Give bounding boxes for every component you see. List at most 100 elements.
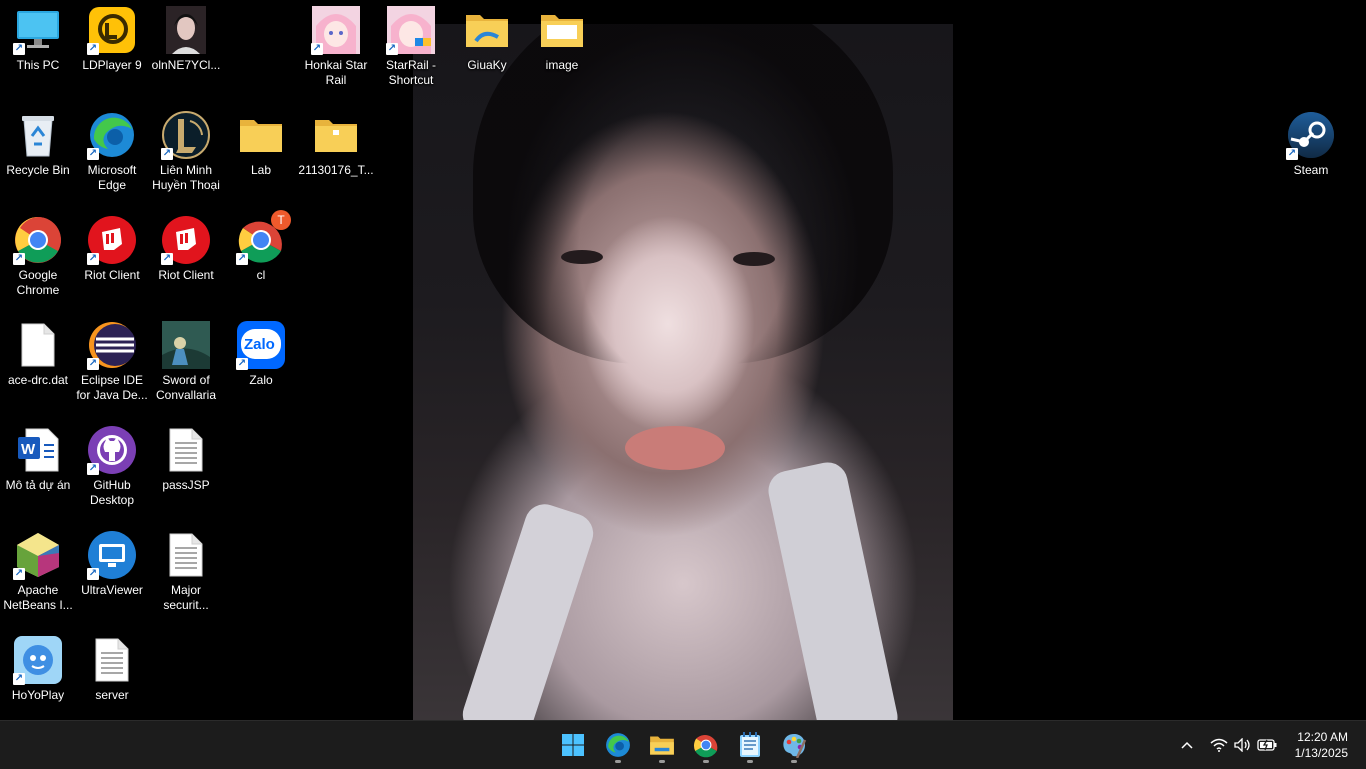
battery-charging-icon bbox=[1257, 739, 1277, 751]
desktop-icon-ace-drc[interactable]: ace-drc.dat bbox=[0, 315, 76, 415]
desktop-icon-ultraviewer[interactable]: ↗ UltraViewer bbox=[74, 525, 150, 625]
profile-badge: T bbox=[271, 210, 291, 230]
clock-time: 12:20 AM bbox=[1297, 730, 1348, 744]
icon-label: Lab bbox=[250, 163, 272, 177]
chrome-icon bbox=[693, 735, 718, 758]
ultraviewer-icon: ↗ bbox=[87, 531, 136, 580]
icon-label: Recycle Bin bbox=[6, 163, 70, 177]
riot-client-icon: ↗ bbox=[161, 216, 210, 265]
netbeans-icon: ↗ bbox=[13, 531, 62, 580]
desktop-icon-honkai-star-rail[interactable]: ↗ Honkai Star Rail bbox=[298, 0, 374, 100]
icon-label: image bbox=[545, 58, 579, 72]
text-file-icon bbox=[88, 636, 136, 684]
desktop-icon-riot-client-2[interactable]: ↗ Riot Client bbox=[148, 210, 224, 310]
taskbar-file-explorer[interactable] bbox=[642, 725, 682, 765]
desktop-icon-steam[interactable]: ↗ Steam bbox=[1273, 105, 1349, 205]
system-clock[interactable]: 12:20 AM 1/13/2025 bbox=[1295, 729, 1348, 761]
desktop-icon-mo-ta-du-an[interactable]: W Mô tả dự án bbox=[0, 420, 76, 520]
desktop-icon-this-pc[interactable]: ↗ This PC bbox=[0, 0, 76, 100]
monitor-icon: ↗ bbox=[13, 6, 62, 55]
icon-label: Microsoft Edge bbox=[87, 163, 137, 192]
eclipse-icon: ↗ bbox=[87, 321, 136, 370]
show-hidden-icons-button[interactable] bbox=[1176, 733, 1198, 757]
desktop-icon-recycle-bin[interactable]: Recycle Bin bbox=[0, 105, 76, 205]
chevron-up-icon bbox=[1181, 741, 1193, 749]
desktop-icon-image[interactable]: image bbox=[524, 0, 600, 100]
desktop-icon-ldplayer[interactable]: ↗ LDPlayer 9 bbox=[74, 0, 150, 100]
desktop-icon-major-security[interactable]: Major securit... bbox=[148, 525, 224, 625]
game-thumbnail-icon bbox=[162, 321, 210, 369]
desktop-icon-passjsp[interactable]: passJSP bbox=[148, 420, 224, 520]
desktop-icon-lab[interactable]: Lab bbox=[223, 105, 299, 205]
volume-button[interactable] bbox=[1232, 733, 1254, 757]
desktop-icon-21130176[interactable]: 21130176_T... bbox=[298, 105, 374, 205]
desktop-icon-photo[interactable]: olnNE7YCl... bbox=[148, 0, 224, 100]
notepad-icon bbox=[740, 732, 760, 757]
folder-icon bbox=[237, 111, 285, 159]
icon-label: Zalo bbox=[249, 373, 273, 387]
icon-label: Riot Client bbox=[158, 268, 214, 282]
edge-icon: ↗ bbox=[87, 111, 136, 160]
desktop-icon-cl[interactable]: T ↗ cl bbox=[223, 210, 299, 310]
taskbar: 12:20 AM 1/13/2025 bbox=[0, 720, 1366, 769]
riot-client-icon: ↗ bbox=[87, 216, 136, 265]
word-document-icon: W bbox=[14, 426, 62, 474]
battery-button[interactable] bbox=[1256, 733, 1278, 757]
network-button[interactable] bbox=[1208, 733, 1230, 757]
desktop-icon-zalo[interactable]: Zalo ↗ Zalo bbox=[223, 315, 299, 415]
desktop-icon-server[interactable]: server bbox=[74, 630, 150, 730]
folder-icon bbox=[463, 6, 511, 54]
paint-icon bbox=[783, 734, 807, 758]
icon-label: Major securit... bbox=[163, 583, 209, 612]
taskbar-notepad[interactable] bbox=[730, 725, 770, 765]
desktop-icon-eclipse[interactable]: ↗ Eclipse IDE for Java De... bbox=[74, 315, 150, 415]
icon-label: GiuaKy bbox=[467, 58, 507, 72]
wifi-icon bbox=[1210, 738, 1228, 752]
clock-date: 1/13/2025 bbox=[1294, 746, 1348, 760]
icon-label: HoYoPlay bbox=[11, 688, 65, 702]
folder-icon bbox=[538, 6, 586, 54]
zip-folder-icon bbox=[312, 111, 360, 159]
photo-thumbnail-icon bbox=[162, 6, 210, 54]
start-icon bbox=[562, 734, 584, 756]
desktop-wallpaper bbox=[413, 24, 953, 720]
icon-label: UltraViewer bbox=[81, 583, 143, 597]
desktop-icon-hoyoplay[interactable]: ↗ HoYoPlay bbox=[0, 630, 76, 730]
icon-label: Apache NetBeans I... bbox=[3, 583, 73, 612]
desktop-icon-google-chrome[interactable]: ↗ Google Chrome bbox=[0, 210, 76, 310]
desktop-icon-giuaky[interactable]: GiuaKy bbox=[449, 0, 525, 100]
icon-label: ace-drc.dat bbox=[7, 373, 69, 387]
desktop-icon-microsoft-edge[interactable]: ↗ Microsoft Edge bbox=[74, 105, 150, 205]
recycle-bin-icon bbox=[14, 111, 62, 159]
desktop-icon-riot-client-1[interactable]: ↗ Riot Client bbox=[74, 210, 150, 310]
taskbar-paint[interactable] bbox=[774, 725, 814, 765]
file-icon bbox=[14, 321, 62, 369]
chrome-profile-icon: T ↗ bbox=[236, 210, 291, 265]
taskbar-edge[interactable] bbox=[598, 725, 638, 765]
taskbar-chrome[interactable] bbox=[686, 725, 726, 765]
icon-label: Eclipse IDE for Java De... bbox=[76, 373, 148, 402]
start-button[interactable] bbox=[553, 725, 593, 765]
icon-label: Mô tả dự án bbox=[5, 478, 71, 492]
icon-label: Liên Minh Huyền Thoại bbox=[152, 163, 220, 192]
speaker-icon bbox=[1234, 738, 1250, 752]
desktop-icon-sword-of-convallaria[interactable]: Sword of Convallaria bbox=[148, 315, 224, 415]
icon-label: This PC bbox=[16, 58, 60, 72]
desktop-icon-github-desktop[interactable]: ↗ GitHub Desktop bbox=[74, 420, 150, 520]
desktop-icon-lien-minh[interactable]: ↗ Liên Minh Huyền Thoại bbox=[148, 105, 224, 205]
desktop-icon-starrail-shortcut[interactable]: ↗ StarRail - Shortcut bbox=[373, 0, 449, 100]
icon-label: Steam bbox=[1293, 163, 1329, 177]
icon-label: GitHub Desktop bbox=[89, 478, 135, 507]
icon-label: 21130176_T... bbox=[298, 163, 374, 177]
icon-label: Honkai Star Rail bbox=[304, 58, 368, 87]
desktop-icon-apache-netbeans[interactable]: ↗ Apache NetBeans I... bbox=[0, 525, 76, 625]
text-file-icon bbox=[162, 426, 210, 474]
icon-label: passJSP bbox=[162, 478, 210, 492]
icon-label: server bbox=[95, 688, 129, 702]
zalo-icon: Zalo ↗ bbox=[236, 321, 285, 370]
icon-label: Sword of Convallaria bbox=[155, 373, 217, 402]
icon-label: Google Chrome bbox=[16, 268, 60, 297]
steam-icon: ↗ bbox=[1286, 111, 1335, 160]
icon-label: olnNE7YCl... bbox=[151, 58, 221, 72]
file-explorer-icon bbox=[650, 736, 674, 755]
